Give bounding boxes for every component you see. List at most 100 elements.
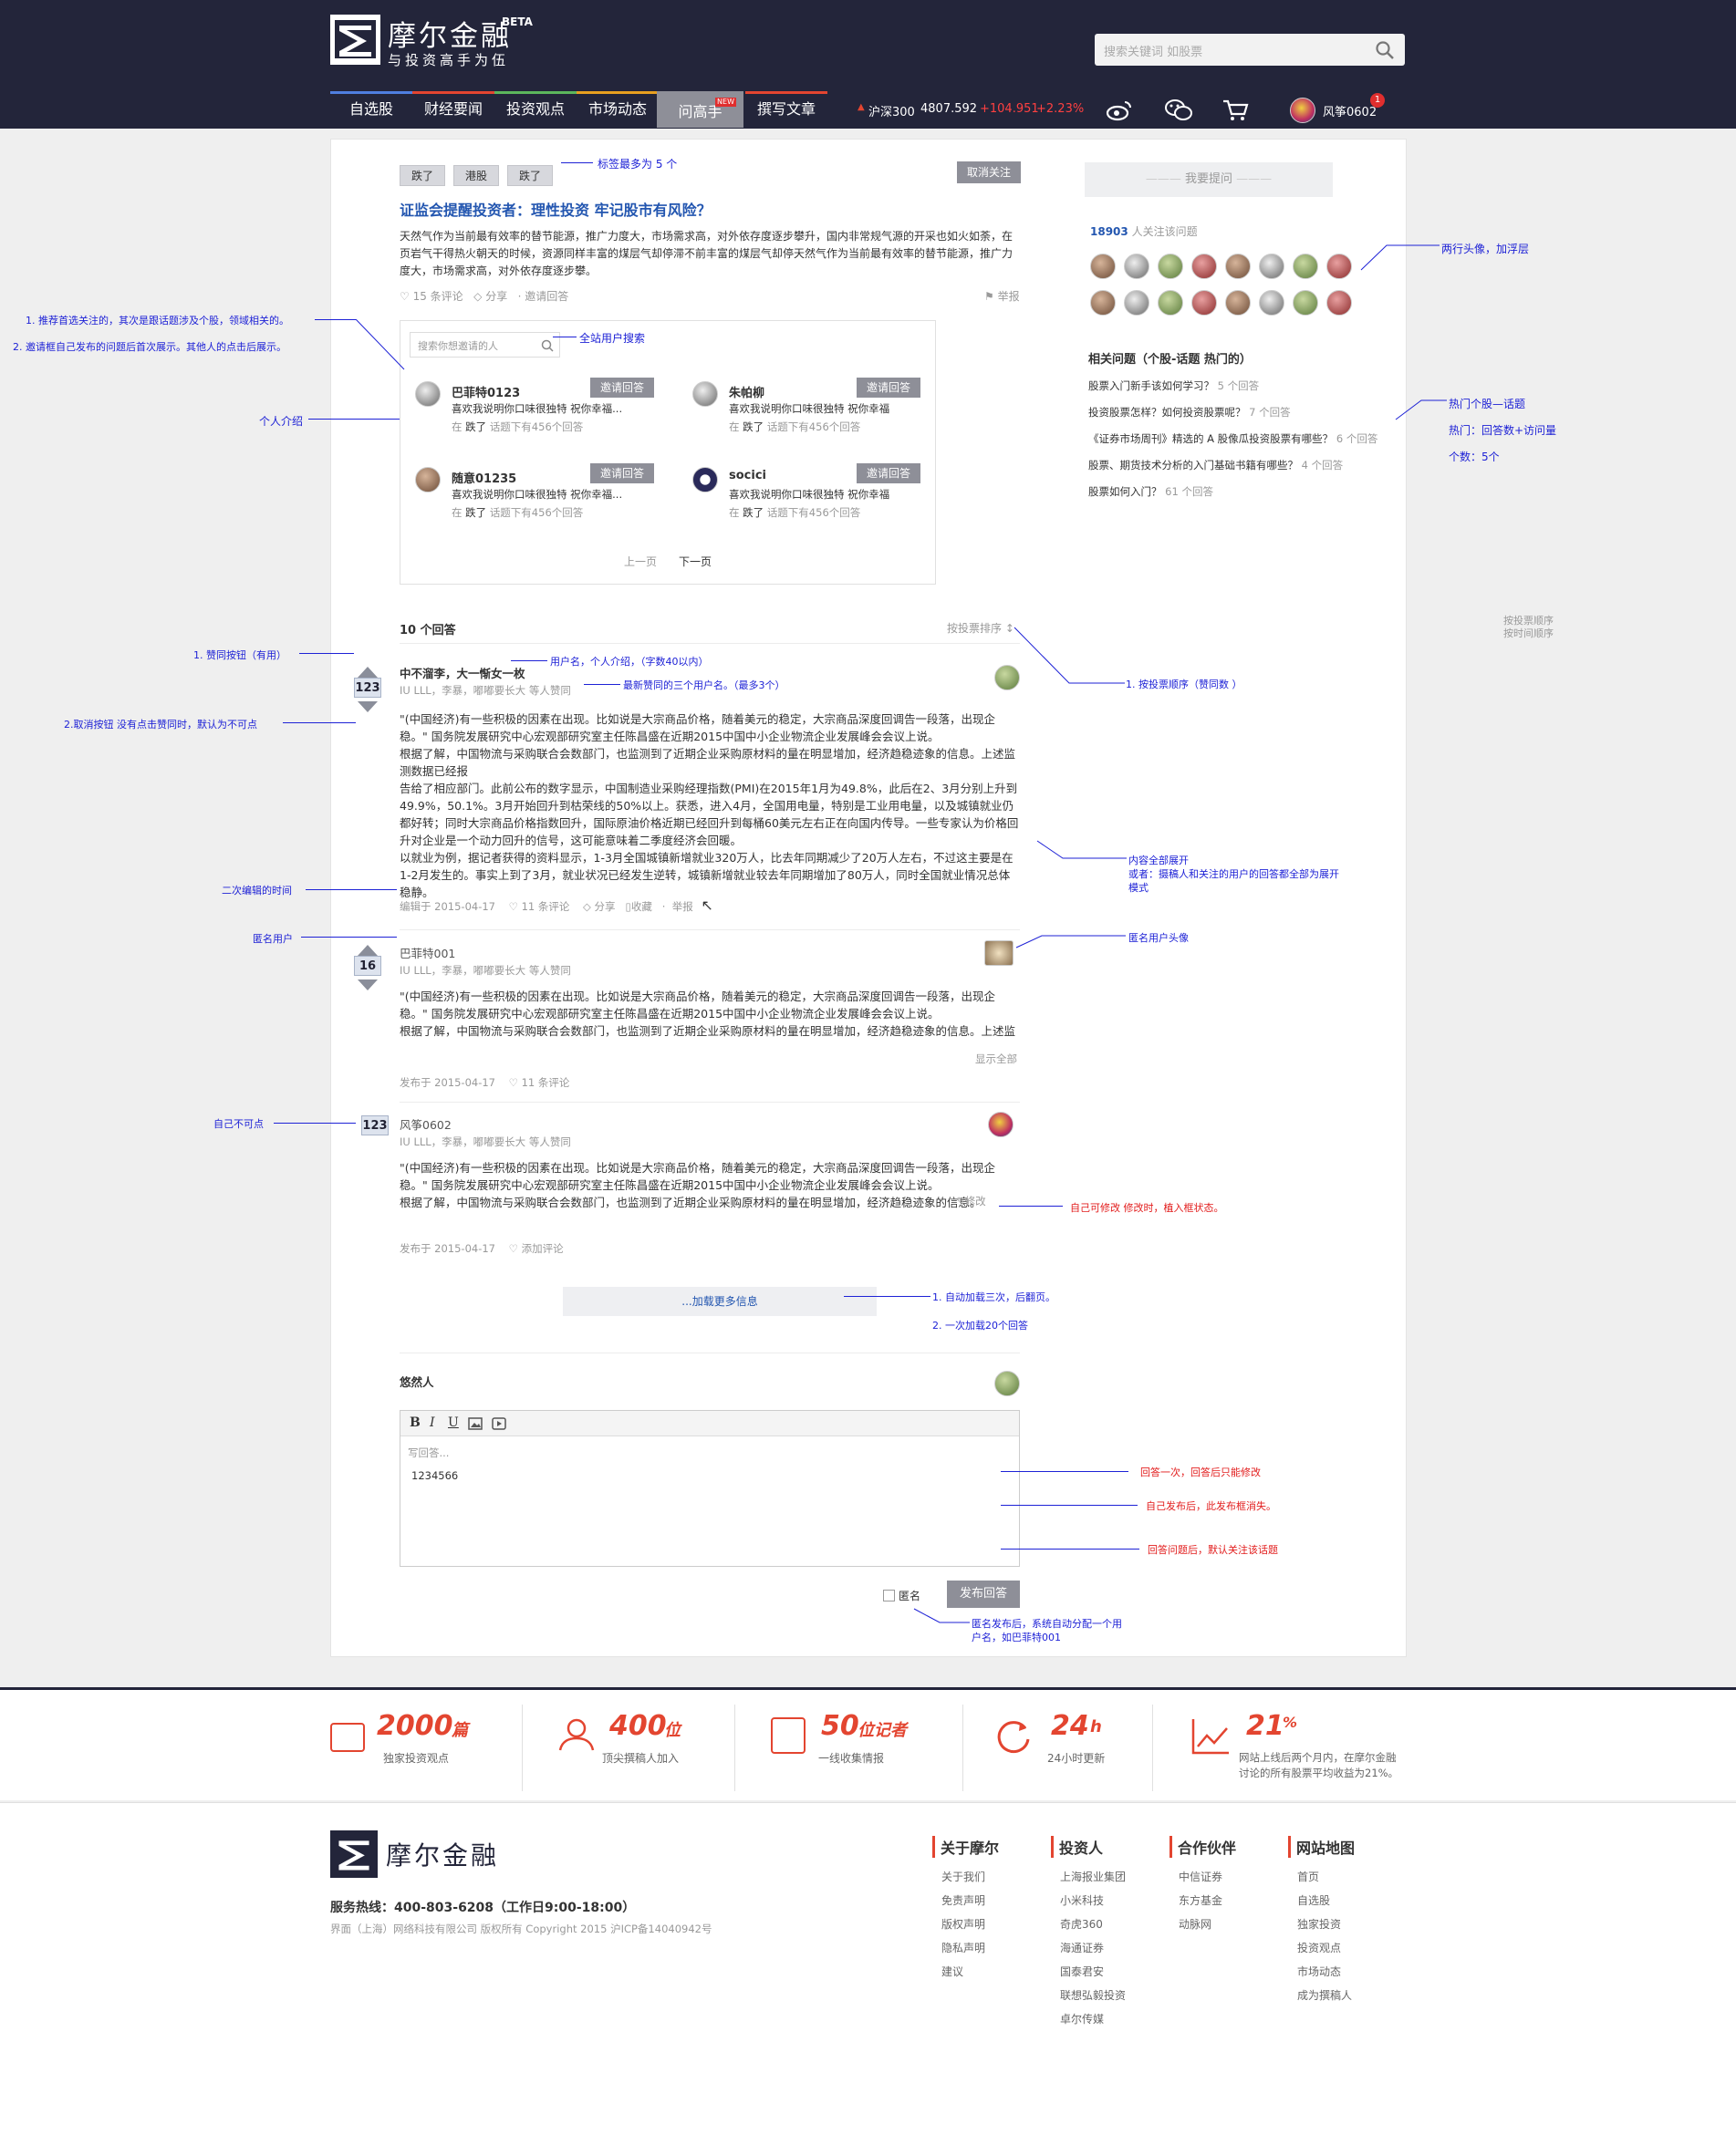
prev-page[interactable]: 上一页	[624, 554, 657, 569]
related-question[interactable]: 投资股票怎样？如何投资股票呢？	[1088, 406, 1246, 419]
follower-avatar[interactable]	[1191, 290, 1217, 316]
footer-link[interactable]: 独家投资	[1297, 1916, 1341, 1932]
question-tag[interactable]: 跌了	[507, 165, 554, 186]
submit-answer-button[interactable]: 发布回答	[947, 1581, 1020, 1608]
footer-link[interactable]: 隐私声明	[941, 1940, 985, 1955]
footer-link[interactable]: 奇虎360	[1060, 1916, 1103, 1932]
question-title[interactable]: 证监会提醒投资者：理性投资 牢记股市有风险？	[400, 198, 712, 220]
downvote-icon[interactable]	[358, 701, 378, 712]
follower-avatar[interactable]	[1225, 254, 1251, 279]
notification-badge[interactable]: 1	[1370, 93, 1385, 108]
footer-logo-mark[interactable]	[330, 1830, 378, 1878]
related-item[interactable]: 投资股票怎样？如何投资股票呢？ 7 个回答	[1088, 405, 1291, 420]
footer-link[interactable]: 联想弘毅投资	[1060, 1987, 1126, 2003]
follower-avatar[interactable]	[1191, 254, 1217, 279]
load-more-button[interactable]: ...加载更多信息	[563, 1287, 877, 1316]
weibo-icon[interactable]	[1106, 99, 1133, 121]
footer-link[interactable]: 海通证券	[1060, 1940, 1104, 1955]
footer-link[interactable]: 投资观点	[1297, 1940, 1341, 1955]
answer-collect[interactable]: 收藏	[631, 900, 652, 913]
answer-author[interactable]: 巴菲特001	[400, 944, 455, 961]
upvote-icon[interactable]	[358, 667, 378, 678]
related-question[interactable]: 股票、期货技术分析的入门基础书籍有哪些？	[1088, 459, 1298, 472]
related-item[interactable]: 股票入门新手该如何学习？ 5 个回答	[1088, 378, 1259, 393]
answer-comments[interactable]: 11 条评论	[522, 900, 570, 913]
question-tag[interactable]: 港股	[453, 165, 500, 186]
italic-button[interactable]: I	[430, 1415, 435, 1430]
follower-avatar[interactable]	[1326, 290, 1352, 316]
footer-link[interactable]: 东方基金	[1179, 1892, 1222, 1908]
question-invite[interactable]: 邀请回答	[525, 290, 568, 303]
vote-count[interactable]: 123	[354, 678, 381, 698]
follower-avatar[interactable]	[1293, 290, 1318, 316]
invite-user-name[interactable]: 巴菲特0123	[452, 383, 520, 400]
invite-button[interactable]: 邀请回答	[857, 463, 920, 483]
follower-avatar[interactable]	[1293, 254, 1318, 279]
user-avatar[interactable]	[1290, 98, 1315, 123]
ticker-name[interactable]: 沪深300	[868, 102, 915, 119]
underline-button[interactable]: U	[448, 1415, 459, 1430]
invite-user-name[interactable]: 朱帕柳	[729, 383, 764, 400]
footer-link[interactable]: 版权声明	[941, 1916, 985, 1932]
nav-watchlist[interactable]: 自选股	[330, 91, 412, 128]
nav-opinions[interactable]: 投资观点	[494, 91, 577, 128]
edit-answer-button[interactable]: ✎修改	[956, 1194, 986, 1208]
answer-supporters[interactable]: IU LLL，李暴，嘟嘟要长大 等人赞同	[400, 963, 571, 978]
question-report[interactable]: ⚑ 举报	[984, 288, 1020, 304]
footer-link[interactable]: 免责声明	[941, 1892, 985, 1908]
answer-avatar[interactable]	[988, 1112, 1014, 1137]
meta-tag[interactable]: 跌了	[743, 420, 764, 433]
next-page[interactable]: 下一页	[679, 554, 712, 569]
answer-supporters[interactable]: IU LLL，李暴，嘟嘟要长大 等人赞同	[400, 1135, 571, 1149]
footer-link[interactable]: 市场动态	[1297, 1964, 1341, 1979]
nav-ask-expert[interactable]: 问高手 NEW	[657, 91, 743, 128]
show-all-link[interactable]: 显示全部	[975, 1052, 1017, 1066]
answer-report[interactable]: 举报	[672, 900, 693, 913]
invite-user-avatar[interactable]	[692, 381, 718, 407]
invite-button[interactable]: 邀请回答	[590, 463, 654, 483]
related-question[interactable]: 《证券市场周刊》精选的 A 股像瓜投资股票有哪些？	[1088, 432, 1333, 445]
follower-avatar[interactable]	[1090, 254, 1116, 279]
meta-tag[interactable]: 跌了	[465, 506, 486, 519]
question-share[interactable]: 分享	[485, 290, 507, 303]
nav-write[interactable]: 撰写文章	[745, 91, 827, 128]
invite-button[interactable]: 邀请回答	[590, 378, 654, 398]
followers-count[interactable]: 18903	[1090, 225, 1128, 238]
answer-share[interactable]: 分享	[595, 900, 616, 913]
related-item[interactable]: 股票如何入门？ 61 个回答	[1088, 484, 1213, 499]
add-comment[interactable]: 添加评论	[522, 1242, 564, 1255]
sort-select[interactable]: 按投票排序 ↕	[947, 620, 1014, 636]
footer-link[interactable]: 国泰君安	[1060, 1964, 1104, 1979]
editor-placeholder[interactable]: 写回答...	[408, 1446, 449, 1460]
question-comments[interactable]: 15 条评论	[413, 290, 463, 303]
follower-avatar[interactable]	[1124, 290, 1149, 316]
invite-user-name[interactable]: socici	[729, 469, 766, 482]
footer-link[interactable]: 上海报业集团	[1060, 1869, 1126, 1884]
invite-search-input[interactable]: 搜索你想邀请的人	[410, 332, 560, 358]
follower-avatar[interactable]	[1259, 290, 1284, 316]
meta-tag[interactable]: 跌了	[743, 506, 764, 519]
nav-market[interactable]: 市场动态	[577, 91, 659, 128]
video-icon[interactable]	[492, 1417, 506, 1430]
invite-user-name[interactable]: 随意01235	[452, 469, 516, 486]
follower-avatar[interactable]	[1158, 254, 1183, 279]
footer-link[interactable]: 首页	[1297, 1869, 1319, 1884]
meta-tag[interactable]: 跌了	[465, 420, 486, 433]
bold-button[interactable]: B	[410, 1415, 421, 1430]
question-tag[interactable]: 跌了	[400, 165, 446, 186]
unfollow-button[interactable]: 取消关注	[957, 161, 1021, 183]
logo-mark[interactable]	[330, 15, 380, 65]
follower-avatar[interactable]	[1225, 290, 1251, 316]
footer-logo-text[interactable]: 摩尔金融	[386, 1836, 499, 1872]
answer-comments[interactable]: 11 条评论	[522, 1076, 570, 1089]
invite-user-avatar[interactable]	[415, 467, 441, 492]
related-item[interactable]: 《证券市场周刊》精选的 A 股像瓜投资股票有哪些？ 6 个回答	[1088, 431, 1377, 446]
footer-link[interactable]: 动脉网	[1179, 1916, 1211, 1932]
invite-button[interactable]: 邀请回答	[857, 378, 920, 398]
footer-link[interactable]: 卓尔传媒	[1060, 2011, 1104, 2026]
search-input[interactable]: 搜索关键词 如股票	[1095, 34, 1405, 66]
ask-question-button[interactable]: ——— 我要提问 ———	[1085, 162, 1333, 197]
follower-avatar[interactable]	[1158, 290, 1183, 316]
search-icon[interactable]	[1375, 40, 1395, 60]
vote-count[interactable]: 16	[354, 956, 381, 976]
